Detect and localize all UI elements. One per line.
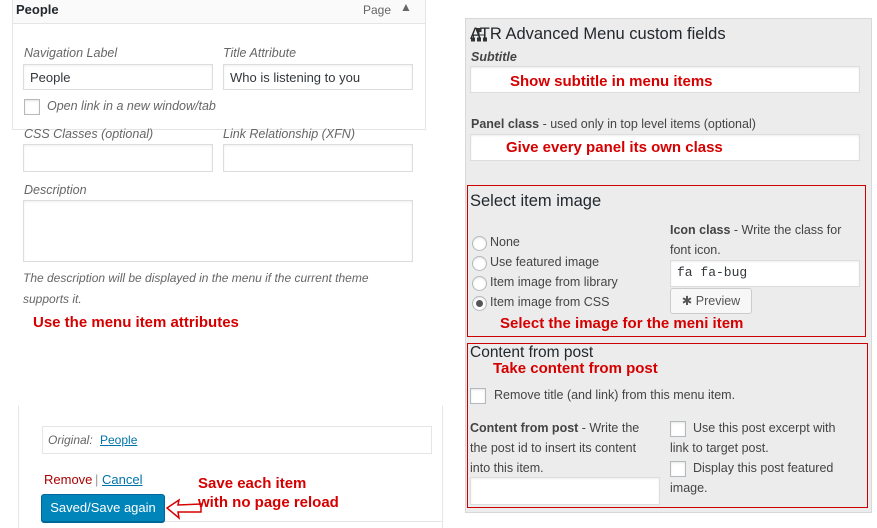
featured-image-checkbox[interactable] [670,461,686,477]
annotation-save-line2: with no page reload [198,494,339,511]
panel-class-label: Panel class [471,117,540,131]
cancel-link[interactable]: Cancel [102,472,142,487]
navigation-label-label: Navigation Label [24,46,118,60]
icon-class-label-row: Icon class - Write the class for [670,223,841,237]
radio-none[interactable] [472,236,487,251]
content-hint-line2: the post id to insert its content [470,441,637,455]
annotation-save-line1: Save each item [198,475,307,492]
menu-item-type: Page [363,3,392,17]
open-new-tab-checkbox[interactable] [24,99,40,115]
use-excerpt-label-line2: link to target post. [670,441,769,455]
use-excerpt-label-line1: Use this post excerpt with [693,421,836,435]
content-post-id-input[interactable] [470,477,660,505]
link-separator: | [95,472,99,487]
radio-library-image-label: Item image from library [490,275,618,289]
content-hint-line3: into this item. [470,461,544,475]
annotation-menu-attributes: Use the menu item attributes [33,314,239,331]
open-new-tab-label: Open link in a new window/tab [47,99,216,113]
original-link[interactable]: People [100,433,137,447]
radio-library-image[interactable] [472,276,487,291]
radio-css-image-label: Item image from CSS [490,295,610,309]
description-hint-line1: The description will be displayed in the… [23,271,369,285]
radio-css-image[interactable] [472,296,487,311]
link-relationship-input[interactable] [223,144,413,172]
remove-link[interactable]: Remove [44,472,92,487]
title-attribute-label: Title Attribute [223,46,297,60]
subtitle-label: Subtitle [471,50,517,64]
annotation-content: Take content from post [493,360,658,377]
icon-class-hint: - Write the class for [730,223,842,237]
content-hint-1: - Write the [578,421,640,435]
featured-image-label-line2: image. [670,481,708,495]
icon-class-hint-line2: font icon. [670,243,721,257]
atr-panel-title: ATR Advanced Menu custom fields [470,25,726,43]
remove-title-checkbox[interactable] [470,388,486,404]
menu-item-title: People [16,2,59,17]
panel-class-label-row: Panel class - used only in top level ite… [471,117,756,131]
description-textarea[interactable] [23,200,413,262]
content-from-post-label-row: Content from post - Write the [470,421,639,435]
save-button[interactable]: Saved/Save again [41,494,165,522]
title-attribute-input[interactable] [223,64,413,90]
select-image-heading: Select item image [470,192,602,210]
preview-button-label: Preview [695,294,741,308]
annotation-select-image: Select the image for the meni item [500,315,744,332]
css-classes-input[interactable] [23,144,213,172]
actions-right-border [442,406,443,528]
navigation-label-input[interactable] [23,64,213,90]
original-label: Original: [48,433,93,447]
featured-image-label-line1: Display this post featured [693,461,834,475]
annotation-subtitle: Show subtitle in menu items [510,73,713,90]
icon-class-label: Icon class [670,223,731,237]
use-excerpt-checkbox[interactable] [670,421,686,437]
description-label: Description [24,183,87,197]
collapse-arrow-icon[interactable]: ▲ [400,0,412,14]
icon-class-input[interactable]: fa fa-bug [670,260,860,287]
radio-featured-image-label: Use featured image [490,255,600,269]
css-classes-label: CSS Classes (optional) [24,127,154,141]
preview-button[interactable]: ✱ Preview [670,288,752,314]
remove-title-label: Remove title (and link) from this menu i… [494,388,736,402]
description-hint-line2: supports it. [23,292,82,306]
bug-icon: ✱ [681,294,693,308]
panel-class-hint: - used only in top level items (optional… [539,117,756,131]
annotation-panel-class: Give every panel its own class [506,139,723,156]
link-relationship-label: Link Relationship (XFN) [223,127,355,141]
radio-featured-image[interactable] [472,256,487,271]
content-from-post-label: Content from post [470,421,579,435]
radio-none-label: None [490,235,520,249]
